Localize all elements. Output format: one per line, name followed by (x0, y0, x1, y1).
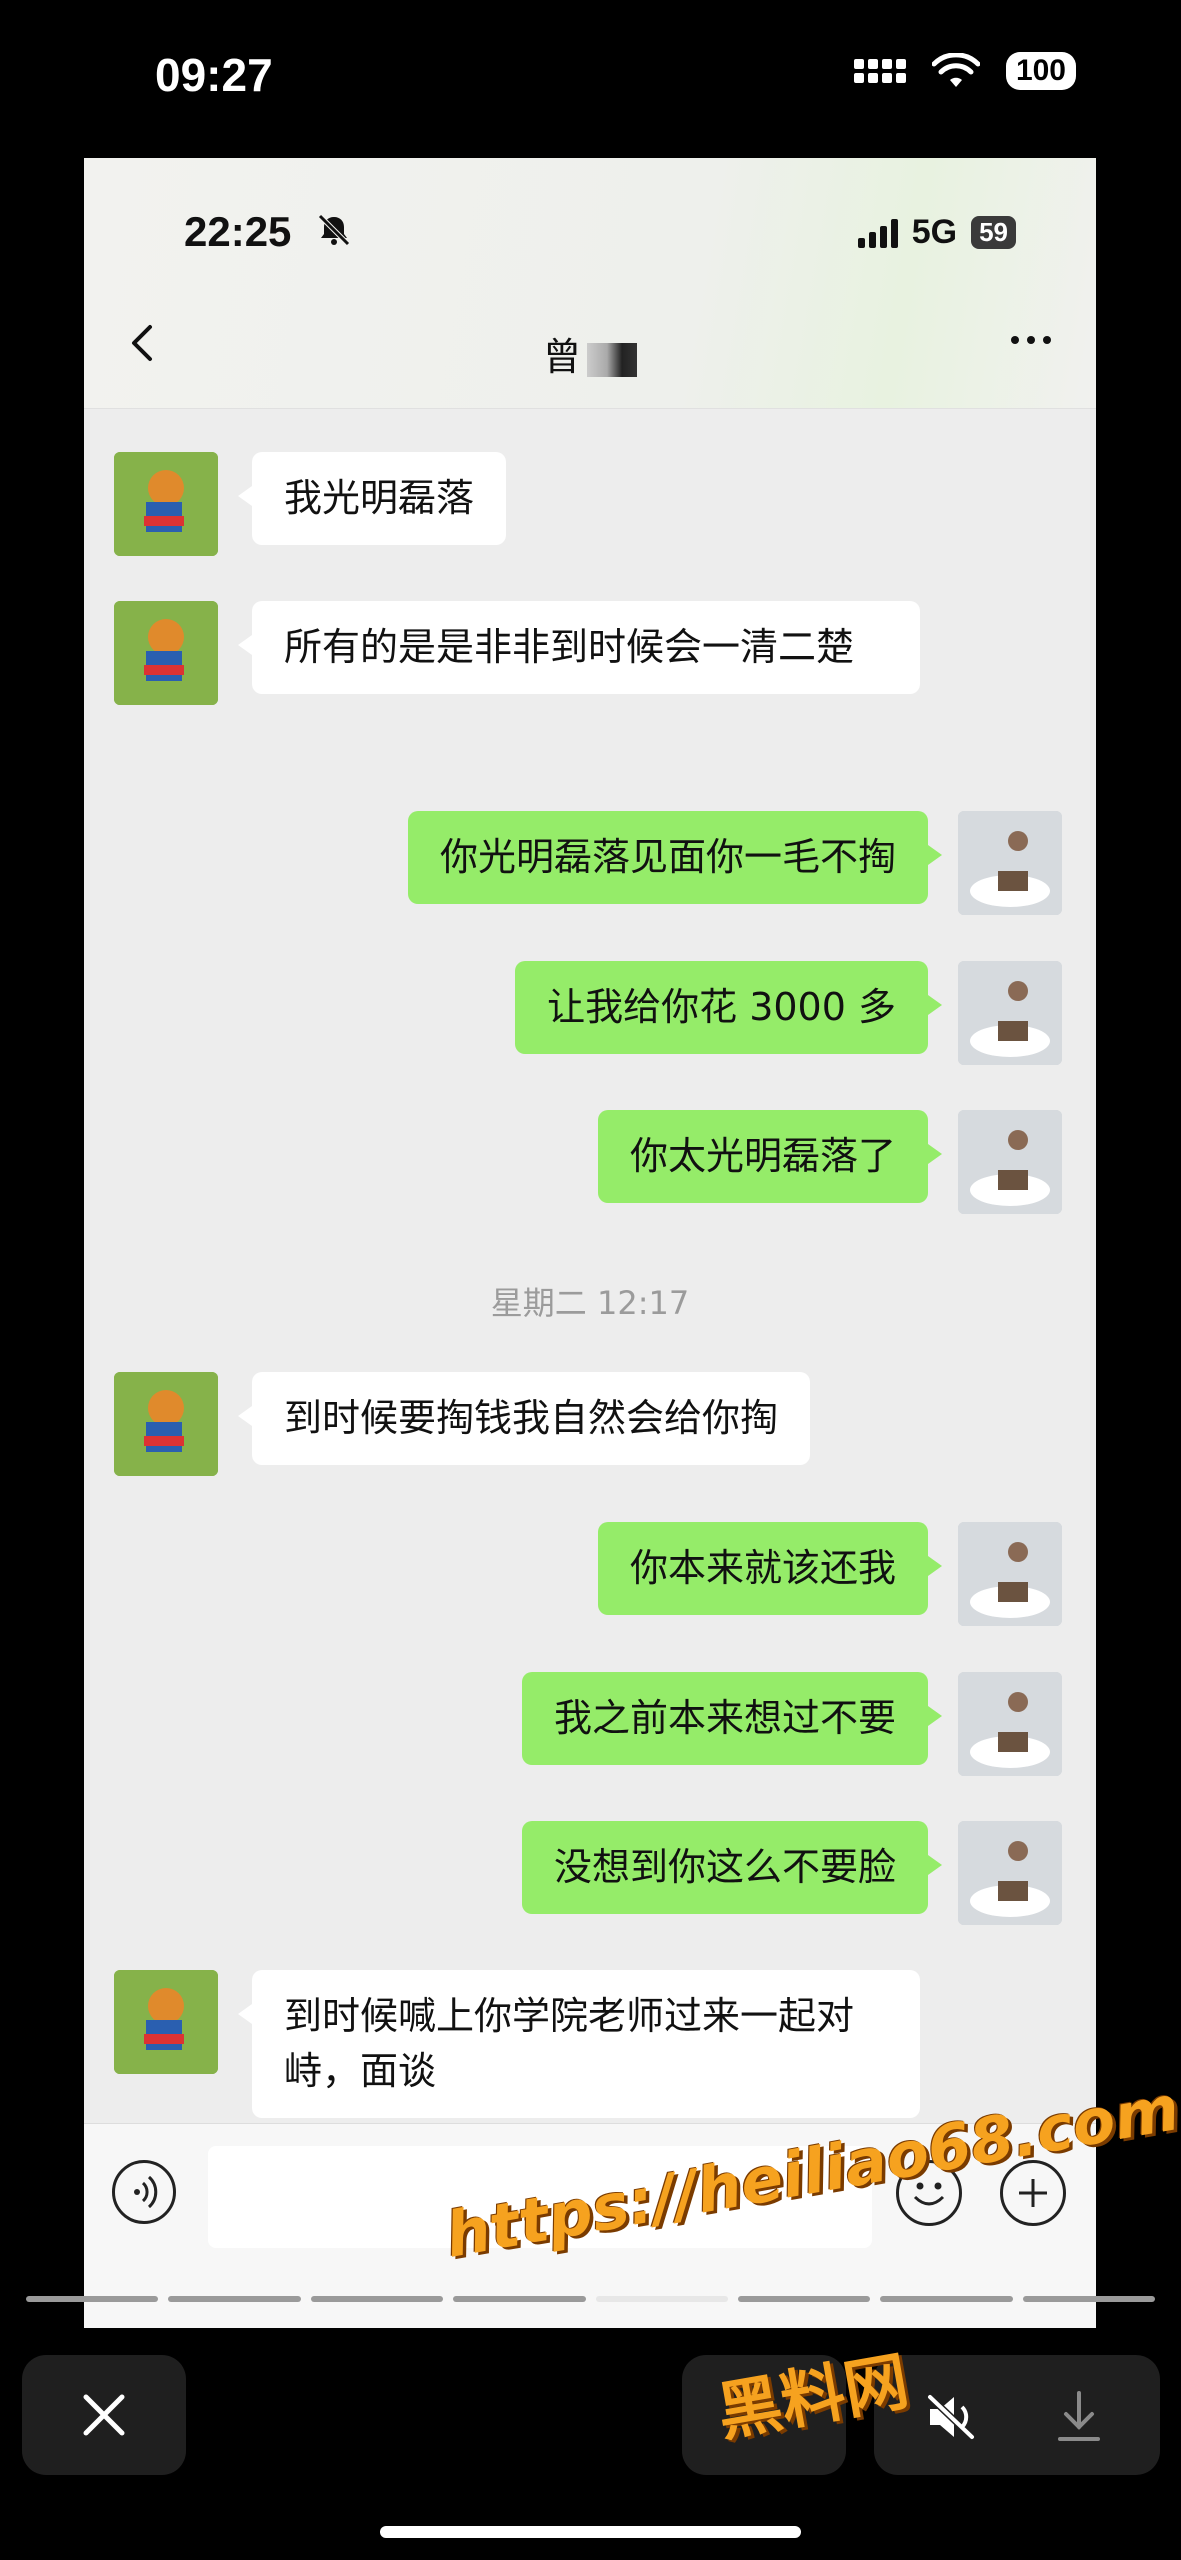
mute-icon[interactable] (924, 2393, 980, 2441)
outer-status-icons: 100 (853, 52, 1076, 90)
outer-status-bar: 09:27 100 (0, 0, 1181, 160)
wifi-icon (931, 53, 980, 87)
chat-screen: 22:25 5G 59 曾 我光明磊落 所有的是是非非到时候会一清二楚 你光明磊… (84, 158, 1096, 2328)
message-bubble-incoming[interactable]: 到时候喊上你学院老师过来一起对峙，面谈 (238, 1970, 920, 2118)
my-avatar[interactable] (958, 1110, 1062, 1214)
voice-icon[interactable] (112, 2160, 176, 2224)
signal-icon (857, 218, 898, 248)
my-avatar[interactable] (958, 1522, 1062, 1626)
message-bubble-outgoing[interactable]: 没想到你这么不要脸 (521, 1821, 943, 1914)
bell-muted-icon (318, 214, 350, 246)
chat-battery: 59 (971, 216, 1016, 249)
outer-clock: 09:27 (155, 49, 273, 101)
chat-status-time: 22:25 (184, 208, 292, 255)
cellular-icon (853, 59, 906, 83)
contact-avatar[interactable] (114, 452, 218, 556)
home-indicator[interactable] (380, 2526, 801, 2538)
message-bubble-outgoing[interactable]: 你本来就该还我 (597, 1522, 943, 1615)
message-bubble-incoming[interactable]: 我光明磊落 (237, 452, 507, 545)
message-bubble-incoming[interactable]: 所有的是是非非到时候会一清二楚 (238, 601, 920, 694)
my-avatar[interactable] (958, 961, 1062, 1065)
contact-avatar[interactable] (114, 1372, 218, 1476)
more-icon[interactable] (1011, 336, 1051, 344)
network-type: 5G (911, 213, 958, 251)
contact-name: 曾 (542, 335, 581, 379)
my-avatar[interactable] (958, 1672, 1062, 1776)
message-timestamp: 星期二 12:17 (490, 1284, 690, 1322)
download-icon[interactable] (1054, 2389, 1104, 2443)
my-avatar[interactable] (958, 811, 1062, 915)
message-bubble-outgoing[interactable]: 你太光明磊落了 (597, 1110, 943, 1203)
contact-avatar[interactable] (114, 601, 218, 705)
message-bubble-incoming[interactable]: 到时候要掏钱我自然会给你掏 (237, 1372, 811, 1465)
chat-header: 22:25 5G 59 曾 (84, 158, 1096, 409)
outer-battery: 100 (1005, 52, 1076, 90)
chat-status-icons: 5G 59 (857, 213, 1016, 252)
contact-avatar[interactable] (114, 1970, 218, 2074)
chat-title: 曾 (84, 326, 1096, 381)
media-controls (874, 2355, 1160, 2475)
name-redaction (587, 342, 637, 377)
story-progress (26, 2296, 1155, 2302)
close-icon (83, 2394, 125, 2436)
message-bubble-outgoing[interactable]: 你光明磊落见面你一毛不掏 (407, 811, 943, 904)
my-avatar[interactable] (958, 1821, 1062, 1925)
message-bubble-outgoing[interactable]: 让我给你花 3000 多 (515, 961, 942, 1054)
message-bubble-outgoing[interactable]: 我之前本来想过不要 (521, 1672, 943, 1765)
close-button[interactable] (22, 2355, 186, 2475)
